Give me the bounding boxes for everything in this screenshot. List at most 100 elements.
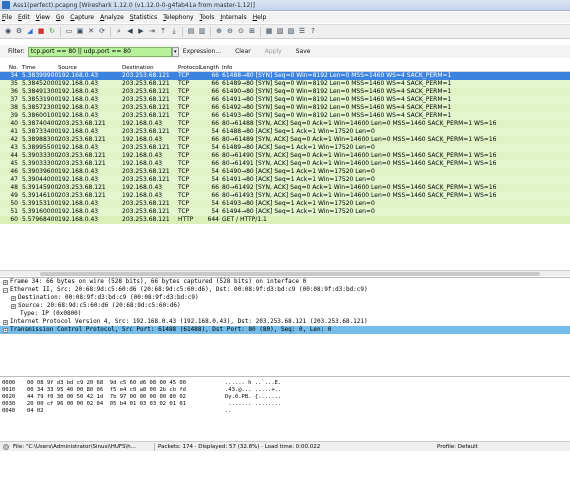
column-header-protocol[interactable]: Protocol	[174, 65, 200, 71]
display-filter-input[interactable]: tcp.port == 80 || udp.port == 80	[27, 46, 172, 57]
packet-row[interactable]: 46 5.39039600 192.168.0.43 203.253.68.121 TC…	[0, 168, 570, 176]
menu-view[interactable]: View	[36, 14, 50, 21]
detail-tree-item[interactable]: + Source: 20:68:9d:c5:60:d6 (20:68:9d:c5:…	[0, 302, 570, 310]
detail-tree-item[interactable]: + Frame 34: 66 bytes on wire (528 bits), …	[0, 278, 570, 286]
hex-ascii[interactable]: ..	[225, 408, 305, 415]
save-file-icon[interactable]: ▣	[75, 27, 85, 37]
packet-row[interactable]: 35 5.38452000 192.168.0.43 203.253.68.121 TC…	[0, 80, 570, 88]
menu-help[interactable]: Help	[253, 14, 267, 21]
menu-file[interactable]: File	[2, 14, 12, 21]
hex-bytes[interactable]: 00 08 9f d3 bd c9 20 68 9d c5 60 d6 08 0…	[27, 380, 225, 387]
packet-row[interactable]: 50 5.39153100 192.168.0.43 203.253.68.121 TC…	[0, 200, 570, 208]
menu-capture[interactable]: Capture	[70, 14, 94, 21]
find-packet-icon[interactable]: ⌕	[114, 27, 124, 37]
go-back-icon[interactable]: ◀	[125, 27, 135, 37]
hex-bytes[interactable]: 44 79 f0 30 00 50 42 1d 7b 97 00 00 00 0…	[27, 394, 225, 401]
hex-ascii[interactable]: ....... ........	[225, 401, 305, 408]
zoom-in-icon[interactable]: ⊕	[214, 27, 224, 37]
detail-tree-item[interactable]: + Transmission Control Protocol, Src Port…	[0, 326, 570, 334]
expand-icon[interactable]: +	[3, 327, 8, 333]
scrollbar-thumb[interactable]	[40, 272, 540, 276]
packet-row[interactable]: 42 5.38988300 203.253.68.121 192.168.0.43 TC…	[0, 136, 570, 144]
zoom-out-icon[interactable]: ⊖	[225, 27, 235, 37]
packet-time: 5.39033300	[22, 152, 59, 159]
detail-tree-item[interactable]: Type: IP (0x0800)	[0, 310, 570, 318]
status-profile[interactable]: Profile: Default	[413, 444, 478, 450]
packet-row[interactable]: 36 5.38491300 192.168.0.43 203.253.68.121 TC…	[0, 88, 570, 96]
interfaces-icon[interactable]: ◉	[3, 27, 13, 37]
start-capture-icon[interactable]: ◢	[25, 27, 35, 37]
detail-text: Ethernet II, Src: 20:68:9d:c5:60:d6 (20:…	[10, 286, 368, 293]
packet-row[interactable]: 60 5.57968400 192.168.0.43 203.253.68.121 HT…	[0, 216, 570, 224]
detail-tree-item[interactable]: + Internet Protocol Version 4, Src: 192.1…	[0, 318, 570, 326]
preferences-icon[interactable]: ☰	[297, 27, 307, 37]
colorize-icon[interactable]: ▤	[186, 27, 196, 37]
menu-analyze[interactable]: Analyze	[100, 14, 124, 21]
save-button[interactable]: Save	[296, 48, 311, 55]
packet-row[interactable]: 39 5.38600100 192.168.0.43 203.253.68.121 TC…	[0, 112, 570, 120]
open-file-icon[interactable]: ▭	[64, 27, 74, 37]
options-icon[interactable]: ⚙	[14, 27, 24, 37]
column-header-no[interactable]: No.	[0, 65, 20, 71]
packet-row[interactable]: 51 5.39160000 192.168.0.43 203.253.68.121 TC…	[0, 208, 570, 216]
collapse-icon[interactable]: −	[3, 287, 8, 293]
go-forward-icon[interactable]: ▶	[136, 27, 146, 37]
menu-go[interactable]: Go	[56, 14, 64, 21]
expand-icon[interactable]: +	[11, 303, 16, 309]
stop-capture-icon[interactable]: ■	[36, 27, 46, 37]
packet-row[interactable]: 47 5.39044000 192.168.0.43 203.253.68.121 TC…	[0, 176, 570, 184]
display-filters-icon[interactable]: ▧	[275, 27, 285, 37]
packet-row[interactable]: 43 5.38995500 192.168.0.43 203.253.68.121 TC…	[0, 144, 570, 152]
column-header-length[interactable]: Length	[194, 65, 220, 71]
packet-list-scrollbar[interactable]	[0, 270, 570, 276]
packet-row[interactable]: 37 5.38531900 192.168.0.43 203.253.68.121 TC…	[0, 96, 570, 104]
go-first-icon[interactable]: ⤒	[158, 27, 168, 37]
hex-ascii[interactable]: .43.@... .....+..	[225, 387, 305, 394]
packet-row[interactable]: 38 5.38572300 192.168.0.43 203.253.68.121 TC…	[0, 104, 570, 112]
hex-ascii[interactable]: ...... h ..`...E.	[225, 380, 305, 387]
hex-ascii[interactable]: Dy.0.PB. {.......	[225, 394, 305, 401]
expand-icon[interactable]: +	[3, 279, 8, 285]
menu-statistics[interactable]: Statistics	[130, 14, 157, 21]
autoscroll-icon[interactable]: ▥	[197, 27, 207, 37]
menu-edit[interactable]: Edit	[18, 14, 30, 21]
restart-capture-icon[interactable]: ↻	[47, 27, 57, 37]
capture-filters-icon[interactable]: ▦	[264, 27, 274, 37]
reload-icon[interactable]: ⟳	[97, 27, 107, 37]
expert-info-icon[interactable]	[3, 443, 9, 450]
hex-bytes[interactable]: 04 02	[27, 408, 225, 415]
expand-icon[interactable]: +	[3, 319, 8, 325]
go-last-icon[interactable]: ⤓	[169, 27, 179, 37]
hex-bytes[interactable]: 00 34 33 95 40 00 80 06 f5 e4 c0 a8 00 2…	[27, 387, 225, 394]
packet-row[interactable]: 49 5.39146100 203.253.68.121 192.168.0.43 TC…	[0, 192, 570, 200]
column-header-destination[interactable]: Destination	[122, 65, 174, 71]
column-header-source[interactable]: Source	[58, 65, 122, 71]
close-file-icon[interactable]: ✕	[86, 27, 96, 37]
clear-button[interactable]: Clear	[235, 48, 251, 55]
go-to-packet-icon[interactable]: ⇥	[147, 27, 157, 37]
hex-bytes[interactable]: 20 00 cf 96 00 00 02 04 05 b4 01 03 03 0…	[27, 401, 225, 408]
menu-telephony[interactable]: Telephony	[163, 14, 193, 21]
apply-button[interactable]: Apply	[265, 48, 282, 55]
expression-button[interactable]: Expression...	[183, 48, 221, 55]
menu-internals[interactable]: Internals	[220, 14, 246, 21]
packet-row[interactable]: 44 5.39033300 203.253.68.121 192.168.0.43 TC…	[0, 152, 570, 160]
packet-length: 66	[211, 192, 219, 199]
resize-columns-icon[interactable]: ⊞	[247, 27, 257, 37]
detail-tree-item[interactable]: + Destination: 00:08:9f:d3:bd:c9 (00:08:9…	[0, 294, 570, 302]
menu-tools[interactable]: Tools	[200, 14, 215, 21]
expand-icon[interactable]: +	[11, 295, 16, 301]
packet-row[interactable]: 48 5.39145900 203.253.68.121 192.168.0.43 TC…	[0, 184, 570, 192]
packet-row[interactable]: 41 5.38733400 192.168.0.43 203.253.68.121 TC…	[0, 128, 570, 136]
help-icon[interactable]: ?	[308, 27, 318, 37]
packet-row[interactable]: 40 5.38740400 203.253.68.121 192.168.0.43 TC…	[0, 120, 570, 128]
detail-tree-item[interactable]: − Ethernet II, Src: 20:68:9d:c5:60:d6 (20…	[0, 286, 570, 294]
coloring-rules-icon[interactable]: ▨	[286, 27, 296, 37]
packet-row[interactable]: 34 5.38399900 192.168.0.43 203.253.68.121 TC…	[0, 72, 570, 80]
column-header-time[interactable]: Time	[20, 65, 58, 71]
zoom-normal-icon[interactable]: ⊙	[236, 27, 246, 37]
packet-row[interactable]: 45 5.39033300 203.253.68.121 192.168.0.43 TC…	[0, 160, 570, 168]
chevron-down-icon[interactable]: ▾	[171, 46, 179, 57]
column-header-info[interactable]: Info	[220, 65, 570, 71]
packet-length: 54	[211, 200, 219, 207]
